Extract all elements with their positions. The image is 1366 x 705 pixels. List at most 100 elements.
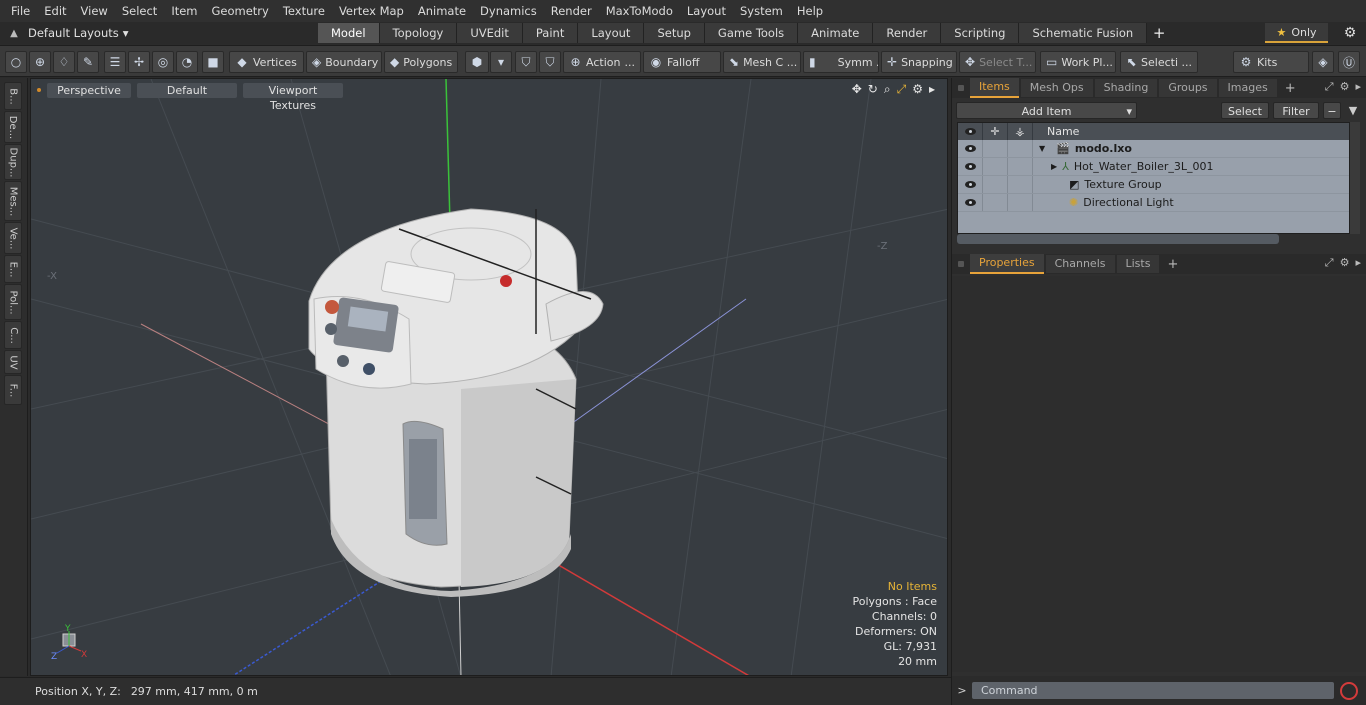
snapping-button[interactable]: ✛ Snapping (881, 51, 957, 73)
menu-vertex-map[interactable]: Vertex Map (332, 0, 411, 22)
menu-view[interactable]: View (74, 0, 115, 22)
tab-images[interactable]: Images (1218, 79, 1277, 97)
shading-dropdown[interactable]: Default (137, 82, 237, 98)
unity-button[interactable]: ◈ (1312, 51, 1334, 73)
globe-button[interactable]: ⊕ (29, 51, 51, 73)
3d-viewport[interactable]: -X -Z Y X Z Perspective Default Viewport… (30, 78, 948, 676)
gear-icon[interactable]: ⚙ (912, 82, 923, 97)
menu-help[interactable]: Help (790, 0, 830, 22)
layout-toggle-icon[interactable]: ▲ (0, 28, 28, 39)
panel-menu-icon[interactable] (958, 261, 964, 267)
select-circle-button[interactable]: ○ (5, 51, 27, 73)
tab-properties[interactable]: Properties (970, 254, 1044, 274)
collapse-button[interactable]: − (1323, 101, 1341, 119)
panel-menu-icon[interactable] (958, 85, 964, 91)
rotate-button[interactable]: ◔ (176, 51, 198, 73)
tab-mesh-ops[interactable]: Mesh Ops (1020, 79, 1093, 97)
gear-icon[interactable]: ⚙ (1340, 80, 1350, 94)
left-tab-mesh[interactable]: Mes... (4, 181, 22, 221)
menu-item[interactable]: Item (164, 0, 204, 22)
tab-schematic-fusion[interactable]: Schematic Fusion (1019, 23, 1148, 43)
tab-uvedit[interactable]: UVEdit (457, 23, 523, 43)
work-plane-button[interactable]: ▭ Work Pl... (1040, 51, 1116, 73)
menu-dynamics[interactable]: Dynamics (473, 0, 544, 22)
boundary-button[interactable]: ◈ Boundary (306, 51, 382, 73)
symmetry-x-button[interactable]: ⛉ (515, 51, 537, 73)
tab-items[interactable]: Items (970, 78, 1019, 98)
polygons-button[interactable]: ◆ Polygons (384, 51, 458, 73)
menu-render[interactable]: Render (544, 0, 599, 22)
selection-sets-button[interactable]: ⬉ Selecti ... (1120, 51, 1198, 73)
visibility-toggle[interactable] (958, 140, 983, 157)
play-icon[interactable]: ▸ (1355, 80, 1361, 94)
expand-icon[interactable]: ⤢ (1325, 256, 1334, 270)
add-item-button[interactable]: Add Item ▾ (956, 101, 1137, 119)
add-panel-tab-button[interactable]: + (1279, 81, 1302, 96)
left-tab-edge[interactable]: E... (4, 255, 22, 283)
kits-button[interactable]: ⚙ Kits (1233, 51, 1309, 73)
brush-button[interactable]: ✎ (77, 51, 99, 73)
tab-scripting[interactable]: Scripting (941, 23, 1020, 43)
tab-topology[interactable]: Topology (379, 23, 458, 43)
tree-row[interactable]: ✺ Directional Light (958, 194, 1349, 212)
tab-render[interactable]: Render (873, 23, 942, 43)
expand-icon[interactable]: ⤢ (1325, 80, 1334, 94)
visibility-toggle[interactable] (958, 158, 983, 175)
gear-icon[interactable]: ⚙ (1338, 23, 1362, 43)
play-icon[interactable]: ▸ (929, 82, 935, 97)
tab-paint[interactable]: Paint (522, 23, 579, 43)
align-button[interactable]: ☰ (104, 51, 126, 73)
tree-row[interactable]: ◩ Texture Group (958, 176, 1349, 194)
menu-system[interactable]: System (733, 0, 790, 22)
visibility-toggle[interactable] (958, 176, 983, 193)
lock-column-icon[interactable]: ✛ (983, 123, 1008, 140)
type-column-icon[interactable]: ⚶ (1008, 123, 1033, 140)
left-tab-curve[interactable]: C... (4, 321, 22, 349)
transform-button[interactable]: ✢ (128, 51, 150, 73)
menu-edit[interactable]: Edit (37, 0, 73, 22)
left-tab-deform[interactable]: De... (4, 111, 22, 143)
textures-dropdown[interactable]: Viewport Textures (243, 82, 343, 112)
frame-button[interactable]: ◎ (152, 51, 174, 73)
layout-selector[interactable]: Default Layouts ▾ (28, 26, 318, 40)
tab-groups[interactable]: Groups (1159, 79, 1217, 97)
material-dropdown[interactable]: ▾ (490, 51, 512, 73)
action-center-button[interactable]: ⊕ Action... (563, 51, 641, 73)
material-button[interactable]: ⬢ (465, 51, 489, 73)
left-tab-uv[interactable]: UV (4, 350, 22, 374)
left-tab-fusion[interactable]: F... (4, 375, 22, 405)
hot-water-boiler-model[interactable] (308, 208, 604, 597)
pen-button[interactable]: ♢ (53, 51, 75, 73)
orbit-icon[interactable]: ↻ (868, 82, 878, 97)
name-column-header[interactable]: Name (1033, 125, 1079, 138)
expand-arrow[interactable]: ▶ (1051, 162, 1057, 171)
item-mode-button[interactable]: ■ (202, 51, 224, 73)
command-input[interactable]: Command (972, 682, 1334, 699)
menu-select[interactable]: Select (115, 0, 164, 22)
viewport-menu-dot[interactable] (37, 88, 41, 92)
tab-animate[interactable]: Animate (798, 23, 874, 43)
tab-shading[interactable]: Shading (1094, 79, 1158, 97)
add-tab-button[interactable]: + (1147, 23, 1171, 43)
tab-lists[interactable]: Lists (1116, 255, 1160, 273)
select-button[interactable]: Select (1221, 101, 1269, 119)
filter-button[interactable]: Filter (1273, 101, 1319, 119)
tree-horizontal-scrollbar[interactable] (957, 234, 1279, 244)
tree-vertical-scrollbar[interactable] (1350, 122, 1360, 234)
tab-setup[interactable]: Setup (644, 23, 705, 43)
zoom-icon[interactable]: ⌕ (884, 82, 891, 97)
funnel-icon[interactable]: ▼ (1344, 104, 1362, 117)
menu-animate[interactable]: Animate (411, 0, 473, 22)
tab-game-tools[interactable]: Game Tools (704, 23, 799, 43)
gear-icon[interactable]: ⚙ (1340, 256, 1350, 270)
left-tab-basic[interactable]: B... (4, 82, 22, 110)
left-tab-polygon[interactable]: Pol... (4, 284, 22, 320)
menu-geometry[interactable]: Geometry (205, 0, 276, 22)
vertices-button[interactable]: ◆ Vertices (229, 51, 304, 73)
pan-icon[interactable]: ✥ (852, 82, 862, 97)
visibility-column-icon[interactable] (958, 123, 983, 140)
tree-row[interactable]: ▼ 🎬 modo.lxo (958, 140, 1349, 158)
expand-arrow[interactable]: ▼ (1039, 144, 1045, 153)
tab-channels[interactable]: Channels (1045, 255, 1115, 273)
tree-row[interactable]: ▶ ⅄ Hot_Water_Boiler_3L_001 (958, 158, 1349, 176)
